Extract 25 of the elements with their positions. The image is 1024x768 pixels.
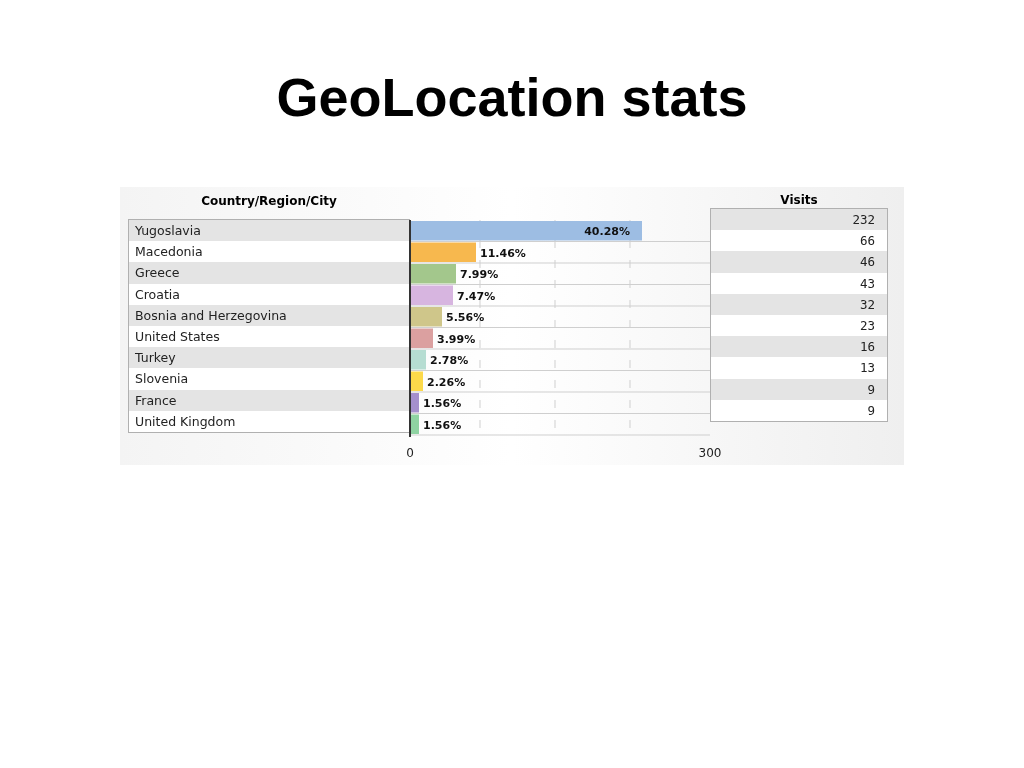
visits-cell: 232 <box>711 209 887 231</box>
axis-tick-label: 300 <box>698 446 722 460</box>
percent-label: 2.26% <box>427 375 466 389</box>
country-cell: Turkey <box>129 347 409 369</box>
country-cell: France <box>129 389 409 411</box>
percent-label: 40.28% <box>584 225 630 238</box>
column-heading: Country/Region/City <box>201 193 337 210</box>
slide-title: GeoLocation stats <box>276 66 748 129</box>
percent-label: 3.99% <box>437 332 476 346</box>
country-cell: Greece <box>129 262 409 284</box>
column-heading: Visits <box>780 192 818 209</box>
axis-tick-label: 0 <box>406 446 414 460</box>
country-cell: Yugoslavia <box>129 220 409 242</box>
visits-cell: 32 <box>711 293 887 315</box>
percent-label: 7.47% <box>457 289 496 303</box>
percent-label: 1.56% <box>423 397 462 410</box>
country-cell: Bosnia and Herzegovina <box>129 304 409 326</box>
percent-label: 11.46% <box>480 246 526 260</box>
percent-label: 1.56% <box>423 418 462 432</box>
visits-cell: 16 <box>711 336 887 358</box>
visits-cell: 9 <box>711 378 887 400</box>
percent-label: 7.99% <box>460 268 499 281</box>
percent-label: 2.78% <box>430 354 469 367</box>
visits-cell: 46 <box>711 251 887 273</box>
percent-label: 5.56% <box>446 311 485 324</box>
